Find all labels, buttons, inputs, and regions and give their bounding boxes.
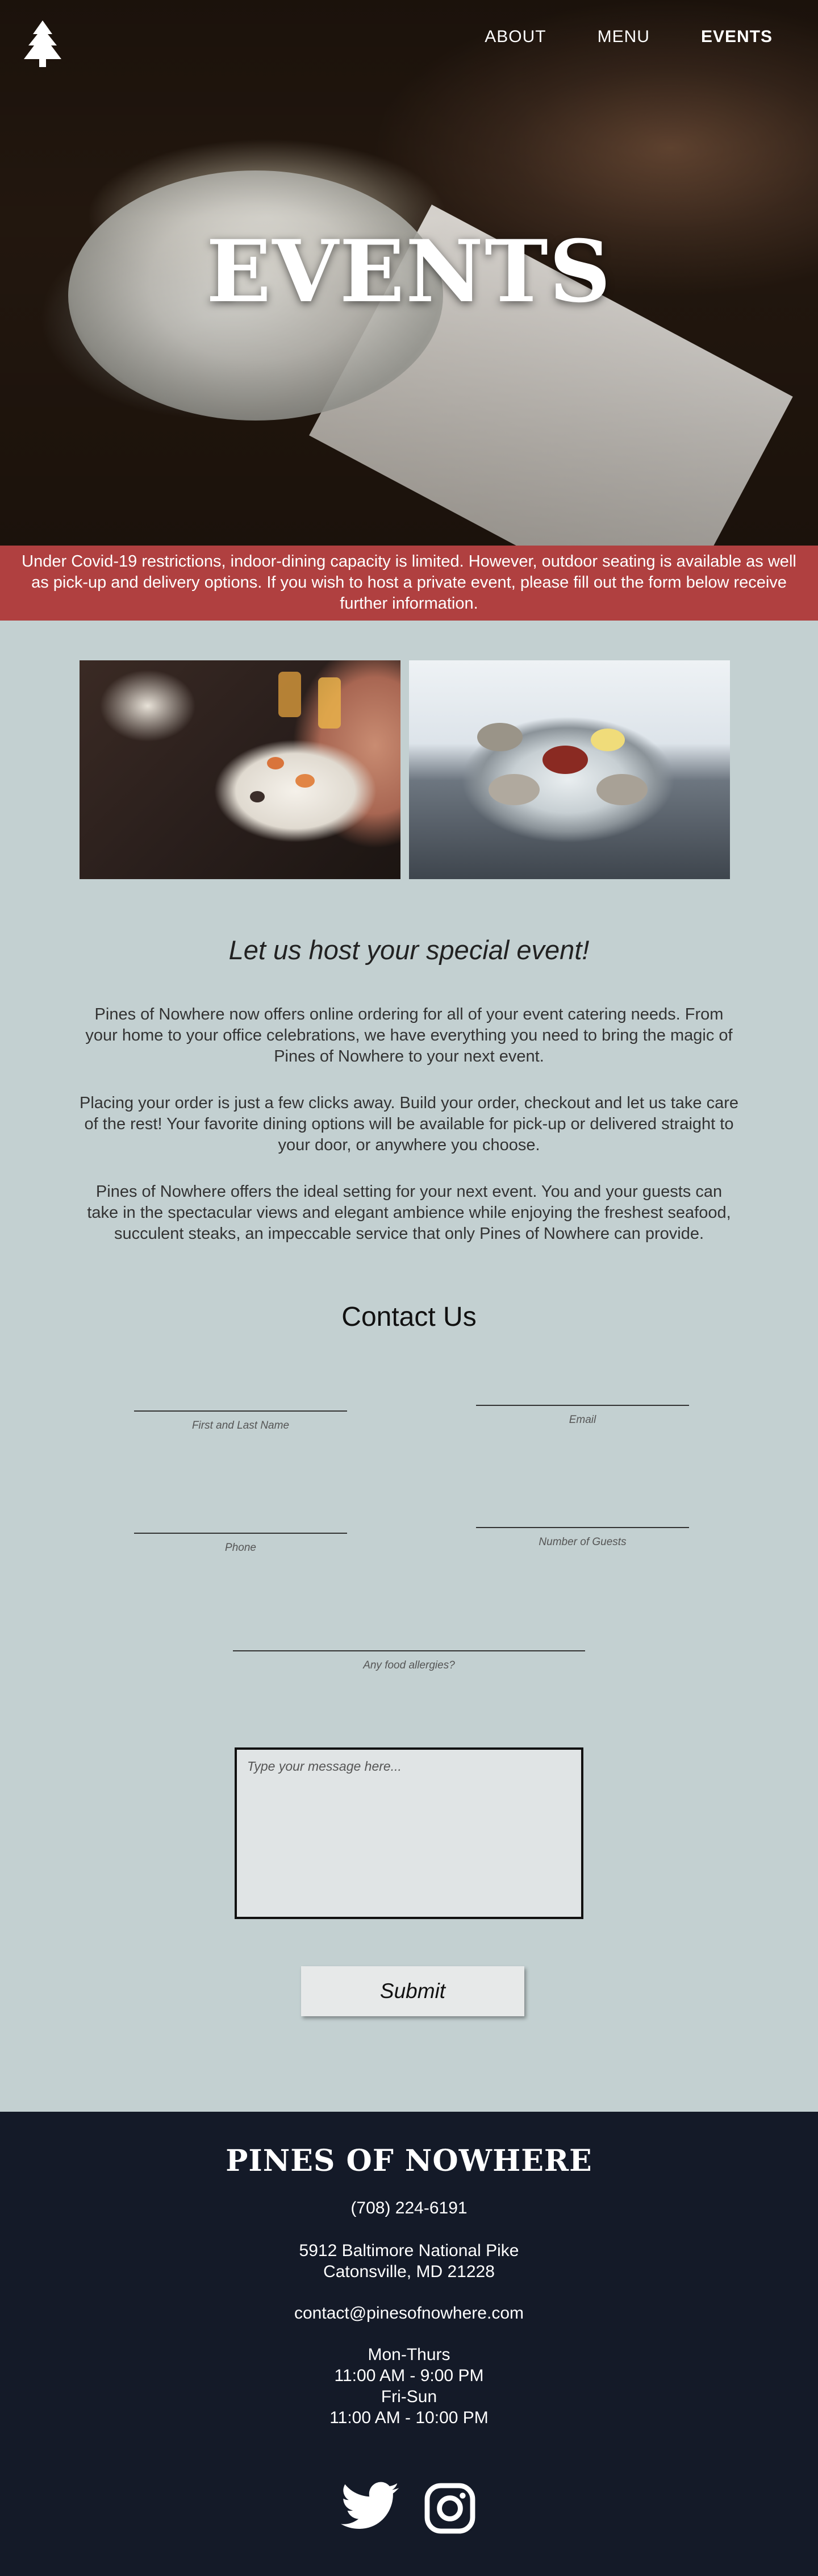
name-field-label: First and Last Name xyxy=(191,1420,290,1431)
twitter-icon[interactable] xyxy=(341,2481,400,2538)
guests-input[interactable] xyxy=(476,1503,689,1528)
intro-heading: Let us host your special event! xyxy=(228,935,590,965)
hours-days: Mon-Thurs xyxy=(368,2345,450,2364)
intro-paragraph: Pines of Nowhere offers the ideal settin… xyxy=(87,1183,731,1243)
allergies-field-group: Any food allergies? xyxy=(233,1626,585,1672)
oysters-on-ice-photo xyxy=(409,660,730,879)
phone-field-group: Phone xyxy=(134,1509,347,1554)
footer-email-link[interactable]: contact@pinesofnowhere.com xyxy=(0,2303,818,2324)
nav-link-menu[interactable]: MENU xyxy=(598,27,650,47)
footer-brand: PINES OF NOWHERE xyxy=(226,2144,592,2178)
allergies-input[interactable] xyxy=(233,1626,585,1651)
submit-button[interactable]: Submit xyxy=(301,1966,524,2016)
email-field-group: Email xyxy=(476,1381,689,1426)
page-title: EVENTS xyxy=(206,222,612,322)
footer-address-line2: Catonsville, MD 21228 xyxy=(323,2262,495,2281)
instagram-icon[interactable] xyxy=(423,2481,477,2538)
top-navigation: ABOUT MENU EVENTS xyxy=(0,0,818,80)
allergies-field-label: Any food allergies? xyxy=(363,1659,455,1671)
footer-address-line1: 5912 Baltimore National Pike xyxy=(299,2241,519,2260)
phone-input[interactable] xyxy=(134,1509,347,1534)
covid-notice-banner: Under Covid-19 restrictions, indoor-dini… xyxy=(0,546,818,621)
nav-link-about[interactable]: ABOUT xyxy=(485,27,546,47)
contact-title: Contact Us xyxy=(341,1302,477,1332)
intro-paragraph: Pines of Nowhere now offers online order… xyxy=(85,1005,733,1066)
contact-form: First and Last Name Email Phone Number o… xyxy=(0,1333,818,2043)
intro-section: Let us host your special event! Pines of… xyxy=(0,934,818,1245)
event-photos xyxy=(0,621,818,893)
guests-field-label: Number of Guests xyxy=(539,1536,627,1548)
hero-banner: ABOUT MENU EVENTS EVENTS xyxy=(0,0,818,546)
social-links xyxy=(0,2481,818,2538)
seafood-platter-photo xyxy=(80,660,400,879)
footer-hours: Mon-Thurs 11:00 AM - 9:00 PM Fri-Sun 11:… xyxy=(0,2344,818,2428)
name-field-group: First and Last Name xyxy=(134,1387,347,1432)
hours-days: Fri-Sun xyxy=(381,2387,437,2406)
nav-links: ABOUT MENU EVENTS xyxy=(485,27,773,47)
nav-link-events[interactable]: EVENTS xyxy=(701,27,773,47)
site-footer: PINES OF NOWHERE (708) 224-6191 5912 Bal… xyxy=(0,2112,818,2576)
pine-tree-logo-icon[interactable] xyxy=(17,18,68,69)
footer-address: 5912 Baltimore National Pike Catonsville… xyxy=(0,2240,818,2282)
hours-time: 11:00 AM - 9:00 PM xyxy=(334,2366,484,2385)
intro-paragraph: Placing your order is just a few clicks … xyxy=(80,1094,739,1154)
message-textarea[interactable] xyxy=(235,1747,583,1919)
guests-field-group: Number of Guests xyxy=(476,1503,689,1549)
hours-time: 11:00 AM - 10:00 PM xyxy=(329,2408,489,2427)
footer-phone[interactable]: (708) 224-6191 xyxy=(0,2198,818,2219)
phone-field-label: Phone xyxy=(225,1542,256,1554)
email-field-label: Email xyxy=(569,1414,596,1426)
name-input[interactable] xyxy=(134,1387,347,1412)
email-input[interactable] xyxy=(476,1381,689,1406)
